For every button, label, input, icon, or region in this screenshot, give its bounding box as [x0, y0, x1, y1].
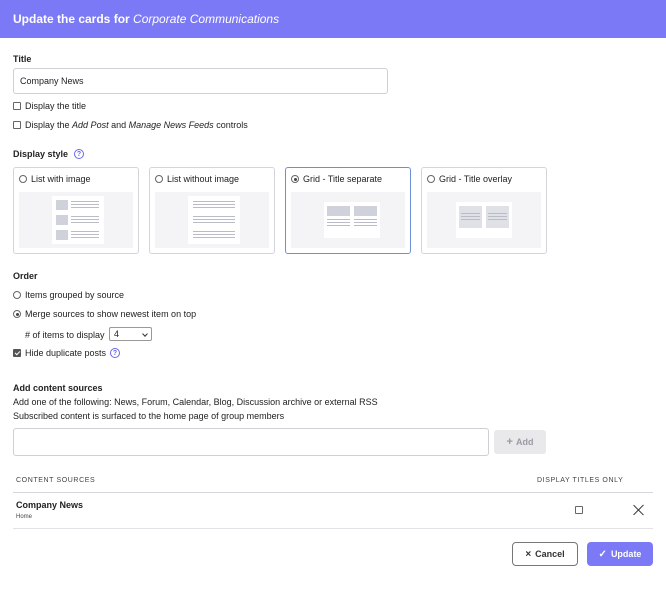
hide-duplicates-checkbox[interactable] — [13, 349, 21, 357]
style-label: Grid - Title overlay — [439, 174, 513, 184]
close-icon: × — [525, 548, 532, 560]
display-style-heading: Display style ? — [13, 149, 85, 159]
list-without-image-preview — [155, 192, 269, 248]
display-title-label: Display the title — [25, 101, 87, 111]
controls-add-post: Add Post — [72, 120, 109, 130]
display-title-checkbox[interactable] — [13, 102, 21, 110]
cancel-label: Cancel — [535, 549, 565, 559]
dialog-header: Update the cards for Corporate Communica… — [0, 0, 666, 38]
style-card-list-without-image[interactable]: List without image — [149, 167, 275, 254]
order-label: Order — [13, 271, 38, 281]
style-label: Grid - Title separate — [303, 174, 383, 184]
order-merge-option[interactable]: Merge sources to show newest item on top — [13, 309, 196, 319]
display-controls-checkbox[interactable] — [13, 121, 21, 129]
controls-suffix: controls — [216, 120, 248, 130]
chevron-down-icon — [142, 331, 148, 337]
display-controls-label: Display the Add Post and Manage News Fee… — [25, 120, 248, 130]
update-label: Update — [610, 549, 642, 559]
style-radio-grid-title-separate[interactable] — [291, 175, 299, 183]
dialog-title-group: Corporate Communications — [133, 12, 280, 26]
content-sources-description: Add one of the following: News, Forum, C… — [13, 397, 378, 407]
source-location: Home — [16, 514, 33, 520]
content-source-input[interactable] — [13, 428, 489, 456]
title-input[interactable] — [13, 68, 388, 94]
grid-title-separate-preview — [291, 192, 405, 248]
hide-duplicates-option[interactable]: Hide duplicate posts ? — [13, 348, 121, 358]
list-with-image-preview — [19, 192, 133, 248]
controls-and: and — [111, 120, 127, 130]
style-label: List with image — [31, 174, 91, 184]
help-icon[interactable]: ? — [74, 149, 85, 159]
cancel-button[interactable]: × Cancel — [512, 542, 578, 566]
order-grouped-label: Items grouped by source — [25, 290, 125, 300]
order-merge-label: Merge sources to show newest item on top — [25, 309, 197, 319]
table-row: Company News Home — [13, 494, 653, 528]
column-header-display-titles-only: DISPLAY TITLES ONLY — [537, 477, 624, 484]
items-count-select[interactable]: 4 — [109, 327, 152, 341]
display-title-option[interactable]: Display the title — [13, 101, 86, 111]
content-sources-label: Add content sources — [13, 383, 103, 393]
source-name: Company News — [16, 500, 84, 510]
display-controls-option[interactable]: Display the Add Post and Manage News Fee… — [13, 120, 248, 130]
style-card-grid-title-overlay[interactable]: Grid - Title overlay — [421, 167, 547, 254]
display-style-label: Display style — [13, 149, 69, 159]
style-card-list-with-image[interactable]: List with image — [13, 167, 139, 254]
order-merge-radio[interactable] — [13, 310, 21, 318]
controls-manage: Manage News Feeds — [128, 120, 214, 130]
dialog-title-prefix: Update the cards for — [13, 12, 130, 26]
add-source-button[interactable]: + Add — [494, 430, 546, 454]
style-radio-list-with-image[interactable] — [19, 175, 27, 183]
check-icon: ✓ — [598, 548, 607, 560]
items-count-label: # of items to display — [25, 330, 105, 340]
items-count-value: 4 — [114, 329, 120, 339]
content-sources-note: Subscribed content is surfaced to the ho… — [13, 411, 285, 421]
help-icon[interactable]: ? — [110, 348, 121, 358]
table-row-divider — [13, 528, 653, 529]
title-label: Title — [13, 54, 32, 64]
update-button[interactable]: ✓ Update — [587, 542, 653, 566]
column-header-content-sources: CONTENT SOURCES — [16, 477, 96, 484]
style-radio-list-without-image[interactable] — [155, 175, 163, 183]
order-grouped-radio[interactable] — [13, 291, 21, 299]
grid-title-overlay-preview — [427, 192, 541, 248]
controls-prefix: Display the — [25, 120, 70, 130]
style-radio-grid-title-overlay[interactable] — [427, 175, 435, 183]
remove-source-icon[interactable] — [633, 504, 645, 516]
add-label: Add — [515, 437, 534, 447]
style-label: List without image — [167, 174, 240, 184]
titles-only-checkbox[interactable] — [575, 505, 583, 514]
plus-icon: + — [506, 436, 513, 448]
style-card-grid-title-separate[interactable]: Grid - Title separate — [285, 167, 411, 254]
hide-duplicates-label: Hide duplicate posts — [25, 348, 107, 358]
table-header-divider — [13, 492, 653, 493]
order-grouped-option[interactable]: Items grouped by source — [13, 290, 124, 300]
